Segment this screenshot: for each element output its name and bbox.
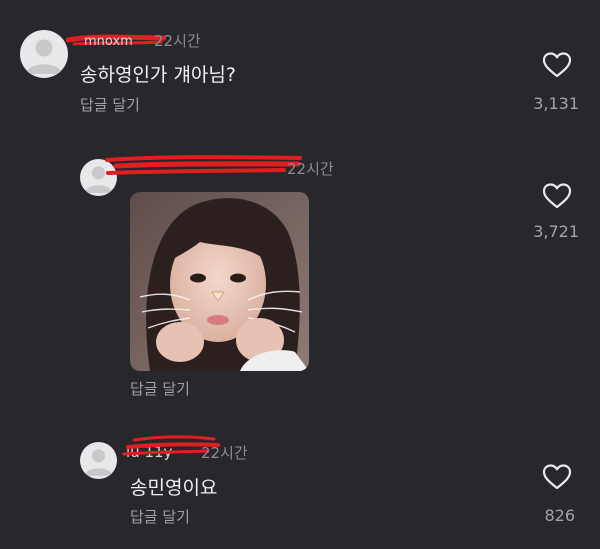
like-count: 826 [544,506,575,525]
redacted-username [105,155,302,175]
comment-text: 송민영이요 [130,477,218,499]
comment-timestamp: 22시간 [154,32,201,50]
comment-text: 송하영인가 걔아님? [80,64,236,86]
default-profile-icon [26,39,62,74]
reply-button[interactable]: 답글 달기 [80,94,140,115]
photo-image [130,192,309,371]
like-count: 3,131 [533,94,579,113]
avatar[interactable] [20,30,68,78]
svg-text:mnoxm: mnoxm [84,34,133,49]
reply-button[interactable]: 답글 달기 [130,378,190,399]
like-count: 3,721 [533,222,579,241]
attached-photo[interactable] [130,192,309,371]
avatar[interactable] [80,442,117,479]
reply-button[interactable]: 답글 달기 [130,506,190,527]
heart-outline-icon[interactable] [542,463,572,491]
default-profile-icon [84,449,113,476]
comment-timestamp: 22시간 [287,160,334,178]
heart-outline-icon[interactable] [542,51,572,79]
comment-timestamp: 22시간 [201,444,248,462]
heart-outline-icon[interactable] [542,182,572,210]
redacted-username: mnoxm [66,34,166,49]
